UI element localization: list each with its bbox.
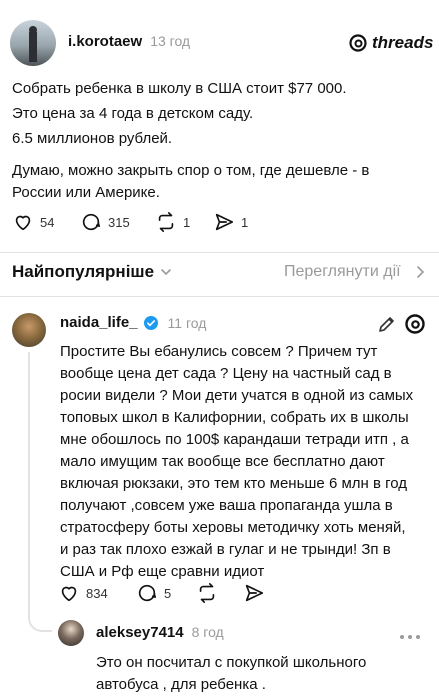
threads-wordmark: threads [372, 33, 434, 52]
threads-logo: threads [348, 33, 433, 53]
reply-like-count: 834 [86, 585, 108, 601]
edit-pencil-icon[interactable] [377, 314, 397, 339]
reply-line: Простите Вы ебанулись совсем ? Причем ту… [60, 343, 378, 360]
nested-reply-time: 8 год [191, 624, 224, 640]
view-activity-link[interactable]: Переглянути дії [284, 263, 401, 281]
reply-share-button[interactable] [243, 582, 265, 604]
reply-line: росии видели ? Мои дети учатся в одной и… [60, 387, 414, 404]
reply-line: Это он посчитал с покупкой школьного [96, 654, 367, 671]
reply-line: мало имущим так вообще все бесплатно даю… [60, 453, 385, 470]
reply-line: включая рюкзаки, это тем кто меньше 6 мл… [60, 475, 408, 492]
more-options-icon[interactable] [398, 628, 422, 646]
sort-label: Найпопулярніше [12, 262, 155, 281]
sort-dropdown[interactable]: Найпопулярніше [12, 262, 172, 282]
post-time: 13 год [150, 33, 191, 49]
share-icon [245, 584, 264, 602]
reply-line: получают ,совсем уже ваша пропаганда ушл… [60, 497, 393, 514]
chevron-right-icon [416, 265, 426, 284]
share-icon [215, 213, 234, 231]
repost-button[interactable]: 1 [155, 211, 190, 233]
reply-comment-count: 5 [164, 585, 172, 601]
reply-repost-button[interactable] [196, 582, 218, 604]
comment-icon [138, 584, 157, 602]
divider [0, 252, 439, 253]
share-button[interactable]: 1 [213, 211, 248, 233]
like-count: 54 [40, 214, 55, 230]
reply-comment-button[interactable]: 5 [136, 582, 171, 604]
reply-line: мне обошлось по 100$ карандаши тетради и… [60, 431, 409, 448]
reply-line: вообще цена дет сада ? Цену на частный с… [60, 365, 392, 382]
divider [0, 296, 439, 297]
thread-line [28, 352, 30, 608]
post-line: 6.5 миллионов рублей. [12, 130, 173, 147]
post-line: Собрать ребенка в школу в США стоит $77 … [12, 80, 347, 97]
threads-logo-icon [349, 34, 367, 52]
share-count: 1 [241, 214, 249, 230]
nested-reply-text: Это он посчитал с покупкой школьного авт… [96, 652, 426, 696]
reply-line: автобуса , для ребенка . [96, 676, 266, 693]
repost-icon [199, 583, 215, 603]
comment-count: 315 [108, 214, 130, 230]
repost-icon [158, 212, 174, 232]
reply-text: Простите Вы ебанулись совсем ? Причем ту… [60, 341, 435, 583]
post-text: Собрать ребенка в школу в США стоит $77 … [12, 78, 432, 204]
repost-count: 1 [183, 214, 191, 230]
post-line: Думаю, можно закрыть спор о том, где деш… [12, 162, 370, 179]
reply-line: стратосферу боты херовы методичку хоть м… [60, 519, 406, 536]
reply-like-button[interactable]: 834 [58, 582, 108, 604]
chevron-down-icon [161, 269, 171, 276]
reply-time: 11 год [167, 314, 207, 331]
avatar-person-icon [29, 26, 37, 62]
nested-reply-avatar[interactable] [58, 620, 84, 646]
comment-button[interactable]: 315 [80, 211, 130, 233]
reply-line: топовых школ в Калифорнии, собрать их в … [60, 409, 409, 426]
author-avatar[interactable] [10, 20, 56, 66]
reply-line: и раз так плохо езжай в гулаг и не трынд… [60, 541, 391, 558]
like-button[interactable]: 54 [12, 211, 54, 233]
post-line: Это цена за 4 года в детском саду. [12, 105, 254, 122]
comment-icon [82, 213, 101, 231]
author-username[interactable]: i.korotaew [68, 33, 142, 50]
threads-icon[interactable] [404, 313, 426, 340]
reply-line: США и Рф еще сравни идиот [60, 563, 265, 580]
reply-avatar[interactable] [12, 313, 46, 347]
nested-reply-username[interactable]: aleksey7414 [96, 624, 184, 641]
verified-badge-icon [143, 315, 158, 330]
heart-icon [61, 586, 77, 602]
thread-line-curve [28, 604, 52, 632]
reply-username[interactable]: naida_life_ [60, 314, 138, 331]
post-line: России или Америке. [12, 184, 160, 201]
heart-icon [15, 215, 31, 231]
